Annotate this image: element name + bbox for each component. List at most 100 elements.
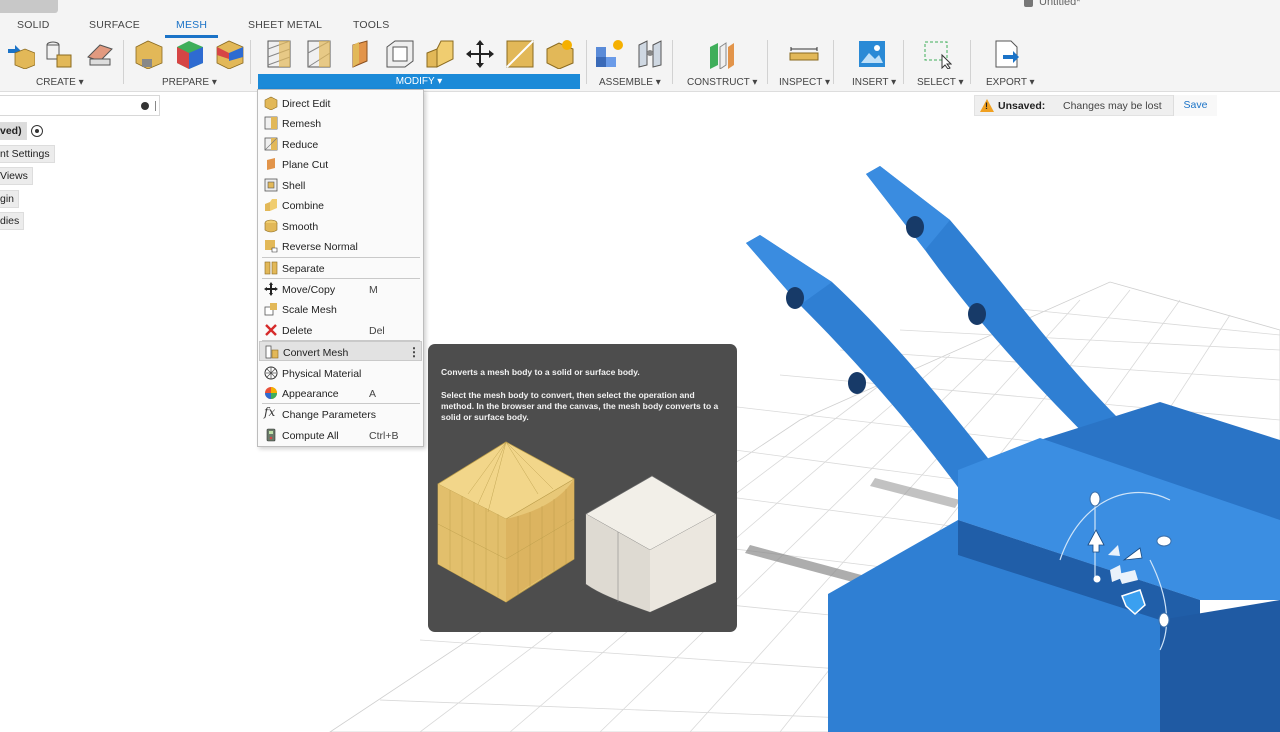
separator (250, 40, 251, 84)
menu-item-delete[interactable]: Delete Del (259, 320, 422, 340)
separator (767, 40, 768, 84)
shell-tool-icon[interactable] (385, 39, 415, 69)
browser-node-origin[interactable]: gin (0, 190, 20, 208)
new-component-icon[interactable] (594, 39, 624, 69)
unsaved-message: Changes may be lost (1063, 100, 1162, 112)
tab-surface[interactable]: SURFACE (89, 19, 140, 31)
create-primitive-icon[interactable] (43, 39, 73, 69)
collapse-icon[interactable] (141, 102, 149, 110)
browser-node-document[interactable]: ved) (0, 122, 27, 140)
insert-mesh-icon[interactable] (5, 39, 35, 69)
reduce-tool-icon[interactable] (305, 39, 335, 69)
prepare-menu[interactable]: PREPARE ▾ (162, 77, 217, 88)
tab-sheet-metal[interactable]: SHEET METAL (248, 19, 322, 31)
menu-item-shell[interactable]: Shell (259, 175, 422, 195)
active-document-icon[interactable] (31, 125, 43, 137)
convert-mesh-tooltip: Converts a mesh body to a solid or surfa… (428, 344, 737, 632)
more-options-icon[interactable]: ⋮ (408, 345, 420, 359)
tooltip-summary: Converts a mesh body to a solid or surfa… (441, 367, 640, 377)
menu-item-scale-mesh[interactable]: Scale Mesh (259, 299, 422, 319)
mesh-body-image (437, 441, 575, 603)
export-icon[interactable] (991, 39, 1021, 69)
combine-tool-icon[interactable] (425, 39, 455, 69)
tooltip-detail: Select the mesh body to convert, then se… (441, 390, 719, 422)
menu-item-convert-mesh[interactable]: Convert Mesh ⋮ (259, 341, 422, 361)
direct-edit-tool-icon[interactable] (545, 39, 575, 69)
insert-menu[interactable]: INSERT ▾ (852, 77, 896, 88)
modify-menu[interactable]: MODIFY ▾ (258, 74, 580, 89)
panel-divider (155, 101, 156, 111)
menu-item-plane-cut[interactable]: Plane Cut (259, 154, 422, 174)
delete-icon (265, 324, 277, 336)
save-button[interactable]: Save (1173, 95, 1217, 116)
repair-icon[interactable] (134, 39, 164, 69)
change-parameters-icon: fx (264, 405, 276, 419)
separator (586, 40, 587, 84)
offset-plane-icon[interactable] (706, 39, 736, 69)
document-title[interactable]: Untitled* (1024, 0, 1081, 8)
lock-icon (1024, 0, 1033, 7)
browser-node-settings[interactable]: nt Settings (0, 145, 55, 163)
assemble-menu[interactable]: ASSEMBLE ▾ (599, 77, 661, 88)
reduce-icon (264, 137, 278, 151)
tab-tools[interactable]: TOOLS (353, 19, 389, 31)
separator (123, 40, 124, 84)
direct-edit-icon (264, 96, 278, 110)
tooltip-illustration (437, 441, 717, 613)
browser-header[interactable] (0, 95, 160, 116)
inspect-menu[interactable]: INSPECT ▾ (779, 77, 830, 88)
browser-node-bodies[interactable]: dies (0, 212, 25, 230)
title-strip: Untitled* (0, 0, 1280, 14)
export-menu[interactable]: EXPORT ▾ (986, 77, 1035, 88)
separator (672, 40, 673, 84)
select-menu[interactable]: SELECT ▾ (917, 77, 964, 88)
quick-access-corner[interactable] (0, 0, 58, 13)
shell-icon (264, 178, 278, 192)
remesh-tool-icon[interactable] (265, 39, 295, 69)
solid-body-image (585, 475, 717, 613)
plane-cut-tool-icon[interactable] (345, 39, 375, 69)
menu-item-appearance[interactable]: Appearance A (259, 383, 422, 403)
compute-all-icon (266, 428, 276, 442)
insert-image-icon[interactable] (857, 39, 887, 69)
create-menu[interactable]: CREATE ▾ (36, 77, 84, 88)
tab-mesh[interactable]: MESH (164, 19, 219, 38)
smooth-icon (264, 219, 278, 233)
plane-cut-icon (267, 158, 275, 170)
generate-face-groups-icon[interactable] (175, 39, 205, 69)
separator (970, 40, 971, 84)
create-face-group-icon[interactable] (84, 39, 114, 69)
warning-icon (980, 99, 994, 112)
scale-tool-icon[interactable] (505, 39, 535, 69)
remesh-icon (264, 116, 278, 130)
unsaved-label: Unsaved: (998, 100, 1046, 112)
separator (903, 40, 904, 84)
scale-mesh-icon (264, 303, 277, 316)
unsaved-banner: Unsaved: Changes may be lost Save (974, 95, 1217, 116)
menu-item-change-parameters[interactable]: fx Change Parameters (259, 404, 422, 424)
modify-dropdown: Direct Edit Remesh Reduce Plane Cut Shel… (257, 89, 424, 447)
menu-item-combine[interactable]: Combine (259, 195, 422, 215)
toolbar-ribbon: SOLID SURFACE MESH SHEET METAL TOOLS CRE… (0, 14, 1280, 92)
appearance-icon (265, 387, 277, 399)
measure-icon[interactable] (789, 39, 819, 69)
menu-item-reduce[interactable]: Reduce (259, 134, 422, 154)
menu-item-smooth[interactable]: Smooth (259, 216, 422, 236)
convert-mesh-icon (265, 345, 279, 359)
tab-solid[interactable]: SOLID (17, 19, 50, 31)
menu-item-physical-material[interactable]: Physical Material (259, 363, 422, 383)
menu-item-remesh[interactable]: Remesh (259, 113, 422, 133)
menu-item-move-copy[interactable]: Move/Copy M (259, 279, 422, 299)
move-copy-icon (264, 282, 278, 296)
select-icon[interactable] (922, 39, 952, 69)
move-copy-tool-icon[interactable] (465, 39, 495, 69)
menu-item-direct-edit[interactable]: Direct Edit (259, 93, 422, 113)
construct-menu[interactable]: CONSTRUCT ▾ (687, 77, 757, 88)
separate-icon (264, 261, 278, 275)
joint-icon[interactable] (635, 39, 665, 69)
browser-node-views[interactable]: Views (0, 167, 33, 185)
combine-face-groups-icon[interactable] (215, 39, 245, 69)
menu-item-reverse-normal[interactable]: Reverse Normal (259, 236, 422, 256)
menu-item-compute-all[interactable]: Compute All Ctrl+B (259, 425, 422, 445)
menu-item-separate[interactable]: Separate (259, 258, 422, 278)
